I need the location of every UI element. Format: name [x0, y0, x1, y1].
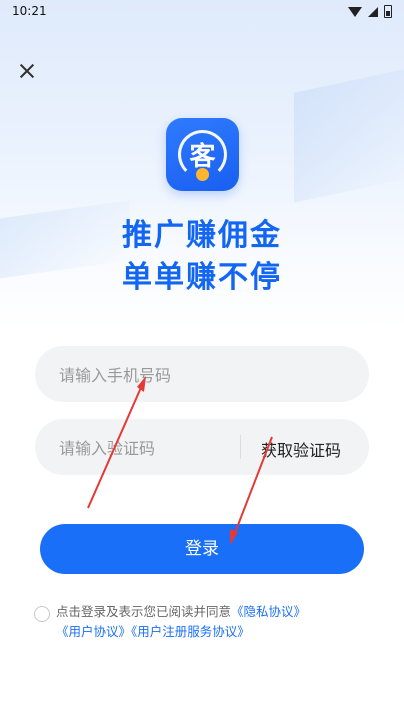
register-service-link[interactable]: 《用户注册服务协议》 — [131, 624, 250, 639]
agree-checkbox[interactable] — [34, 606, 50, 622]
headline-line2: 单单赚不停 — [122, 260, 282, 295]
agreement-prefix: 点击登录及表示您已阅读并同意 — [56, 604, 232, 619]
status-bar: 10:21 — [0, 0, 404, 24]
headline-line1: 推广赚佣金 — [122, 218, 282, 253]
login-button[interactable]: 登录 — [40, 524, 364, 574]
app-logo: 客 — [166, 118, 239, 191]
user-agreement-link[interactable]: 《用户协议》 — [56, 624, 131, 639]
agreement-text: 点击登录及表示您已阅读并同意《隐私协议》《用户协议》《用户注册服务协议》 — [56, 602, 374, 642]
signal-icon — [368, 6, 378, 17]
wifi-icon — [348, 6, 362, 17]
get-code-button[interactable]: 获取验证码 — [261, 437, 341, 461]
code-input[interactable] — [57, 419, 241, 477]
battery-icon — [384, 5, 392, 18]
coin-icon — [196, 168, 209, 181]
status-time: 10:21 — [12, 4, 47, 18]
close-icon[interactable] — [16, 60, 38, 82]
privacy-link[interactable]: 《隐私协议》 — [231, 604, 306, 619]
phone-input[interactable] — [57, 346, 351, 404]
divider — [240, 435, 241, 459]
code-field[interactable]: 获取验证码 — [35, 419, 369, 477]
status-icons — [348, 5, 392, 18]
phone-field[interactable] — [35, 346, 369, 404]
